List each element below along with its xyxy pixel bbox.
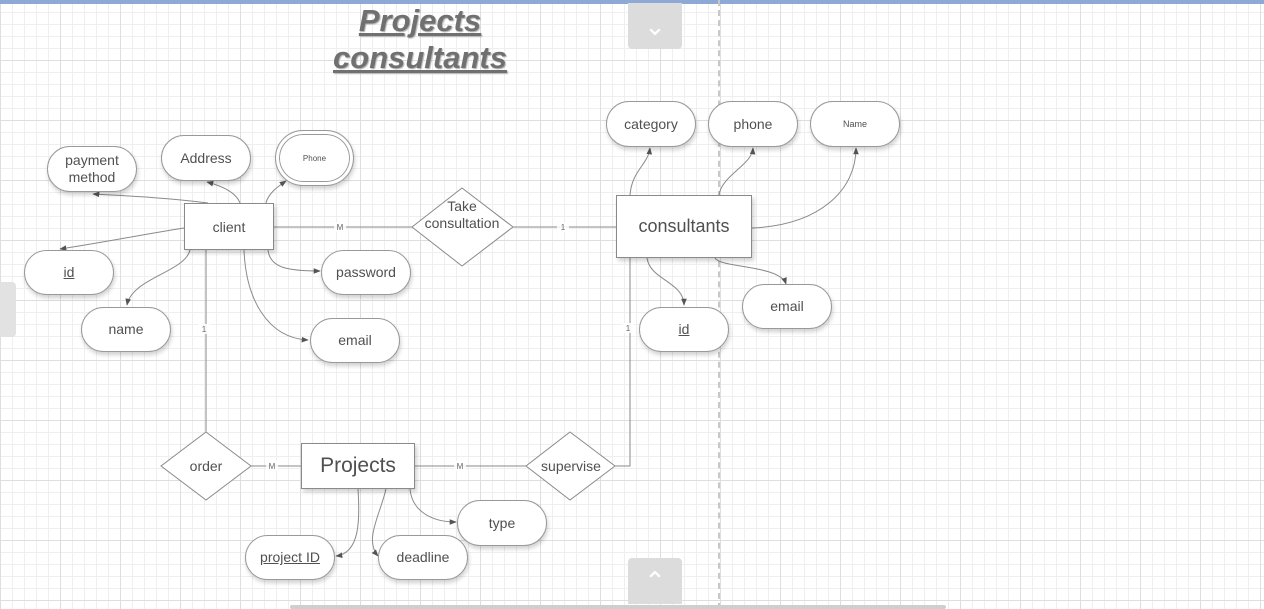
attribute-password-label: password	[336, 264, 396, 280]
relationship-supervise[interactable]: supervise	[531, 456, 611, 476]
attribute-consultant-email-label: email	[770, 298, 804, 314]
entity-client-label: client	[212, 218, 246, 235]
attribute-deadline-label: deadline	[396, 549, 450, 565]
attribute-project-id[interactable]: project ID	[245, 535, 335, 580]
attribute-client-email[interactable]: email	[310, 318, 400, 363]
attribute-consultant-id[interactable]: id	[639, 307, 729, 352]
entity-projects[interactable]: Projects	[301, 443, 415, 489]
relationship-supervise-label: supervise	[541, 457, 601, 474]
multiplicity-order-projects: M	[266, 461, 278, 471]
attribute-type[interactable]: type	[457, 500, 547, 546]
attribute-deadline[interactable]: deadline	[378, 535, 468, 580]
attribute-consultant-email[interactable]: email	[742, 284, 832, 329]
multiplicity-projects-supervise: M	[454, 461, 466, 471]
attribute-phone[interactable]: phone	[708, 101, 798, 147]
attribute-client-email-label: email	[338, 332, 372, 348]
edge-projects-type	[409, 488, 457, 525]
attribute-client-name[interactable]: name	[81, 307, 171, 352]
relationship-order[interactable]: order	[171, 456, 241, 476]
relationship-order-label: order	[189, 457, 223, 474]
attribute-type-label: type	[488, 514, 516, 531]
attribute-project-id-label: project ID	[260, 549, 320, 565]
edge-client-id	[59, 227, 185, 251]
attribute-category-label: category	[624, 115, 678, 132]
entity-consultants[interactable]: consultants	[616, 195, 752, 258]
edge-consultants-email	[714, 257, 787, 285]
multiplicity-consultants-supervise: 1	[622, 323, 634, 333]
multiplicity-client-take: M	[334, 222, 346, 232]
attribute-category[interactable]: category	[606, 101, 696, 147]
edge-client-address	[206, 180, 241, 204]
edge-consultants-category	[629, 147, 653, 196]
attribute-consultant-name-label: Name	[842, 118, 867, 129]
connector-layer	[59, 147, 859, 558]
entity-consultants-label: consultants	[638, 216, 730, 236]
attribute-payment-method[interactable]: payment method	[47, 146, 137, 192]
relationship-take-consultation-label: Take consultation	[424, 198, 500, 231]
edge-consultants-id	[646, 257, 687, 306]
attribute-phone-multivalued-label: Phone	[302, 153, 327, 163]
edge-consultants-phone	[718, 147, 756, 196]
edge-consultants-name	[751, 147, 859, 229]
attribute-client-id[interactable]: id	[24, 250, 114, 295]
edge-client-phone	[265, 180, 287, 204]
attribute-payment-method-label: payment method	[65, 152, 119, 185]
edge-client-name	[125, 249, 191, 306]
edge-client-payment	[92, 191, 209, 204]
entity-projects-label: Projects	[320, 454, 396, 477]
attribute-phone-multivalued[interactable]: Phone	[275, 130, 354, 186]
attribute-consultant-id-label: id	[678, 321, 690, 337]
entity-client[interactable]: client	[184, 203, 274, 250]
multiplicity-take-consultants: 1	[557, 222, 569, 232]
edge-supervise-consultants	[615, 258, 631, 467]
edge-projects-projectid	[335, 488, 360, 558]
attribute-address-label: Address	[180, 149, 232, 166]
attribute-password[interactable]: password	[321, 250, 411, 295]
edge-client-password	[267, 249, 321, 274]
multiplicity-client-order: 1	[198, 324, 210, 334]
attribute-consultant-name[interactable]: Name	[810, 101, 900, 147]
relationship-take-consultation[interactable]: Take consultation	[418, 196, 506, 234]
attribute-client-id-label: id	[63, 264, 75, 280]
attribute-phone-label: phone	[733, 115, 773, 132]
attribute-address[interactable]: Address	[161, 135, 251, 181]
attribute-client-name-label: name	[108, 321, 144, 337]
